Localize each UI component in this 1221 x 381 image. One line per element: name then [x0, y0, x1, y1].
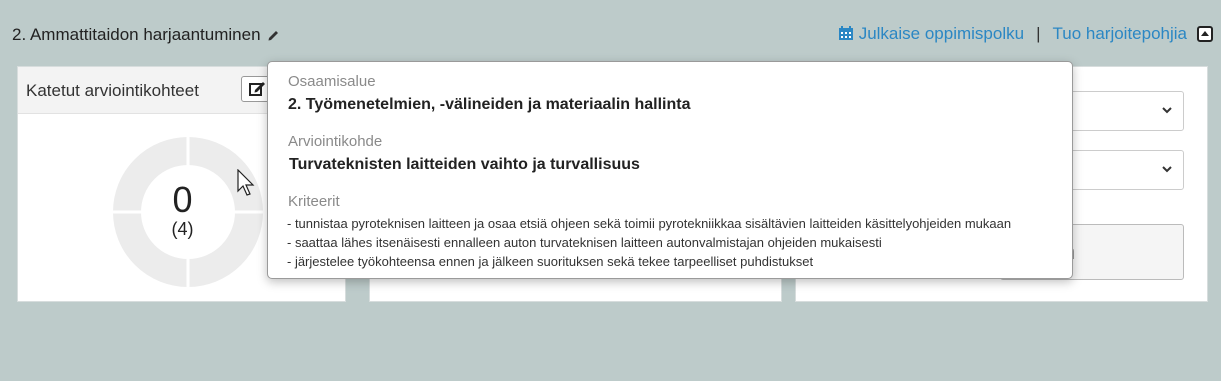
action-separator: |: [1036, 24, 1041, 43]
pencil-icon[interactable]: [267, 28, 281, 42]
calendar-icon: [838, 26, 853, 40]
publish-learning-path-link[interactable]: Julkaise oppimispolku: [838, 24, 1024, 44]
edit-icon: [249, 82, 265, 96]
assessment-target-popover: Osaamisalue 2. Työmenetelmien, -välineid…: [267, 61, 1073, 279]
chevron-down-icon: [1162, 166, 1172, 173]
assessment-target-value: Turvateknisten laitteiden vaihto ja turv…: [289, 156, 640, 173]
assessment-target-label: Arviointikohde: [288, 133, 383, 150]
competence-area-value: 2. Työmenetelmien, -välineiden ja materi…: [288, 96, 691, 113]
section-title: 2. Ammattitaidon harjaantuminen: [12, 25, 281, 45]
import-templates-link[interactable]: Tuo harjoitepohjia: [1052, 24, 1187, 44]
mouse-cursor-icon: [237, 169, 255, 196]
criteria-item: - tunnistaa pyroteknisen laitteen ja osa…: [287, 216, 1012, 231]
section-header: 2. Ammattitaidon harjaantuminen Julkaise…: [0, 0, 1221, 64]
collapse-icon[interactable]: [1197, 26, 1213, 42]
criteria-label: Kriteerit: [288, 193, 340, 210]
covered-targets-title: Katetut arviointikohteet: [26, 81, 199, 100]
header-actions: Julkaise oppimispolku | Tuo harjoitepohj…: [838, 24, 1187, 44]
publish-label: Julkaise oppimispolku: [858, 24, 1025, 43]
competence-area-label: Osaamisalue: [288, 73, 376, 90]
criteria-item: - saattaa lähes itsenäisesti ennalleen a…: [287, 235, 882, 250]
section-title-text: 2. Ammattitaidon harjaantuminen: [12, 25, 261, 44]
chevron-down-icon: [1162, 107, 1172, 114]
criteria-item: - järjestelee työkohteensa ennen ja jälk…: [287, 254, 814, 269]
